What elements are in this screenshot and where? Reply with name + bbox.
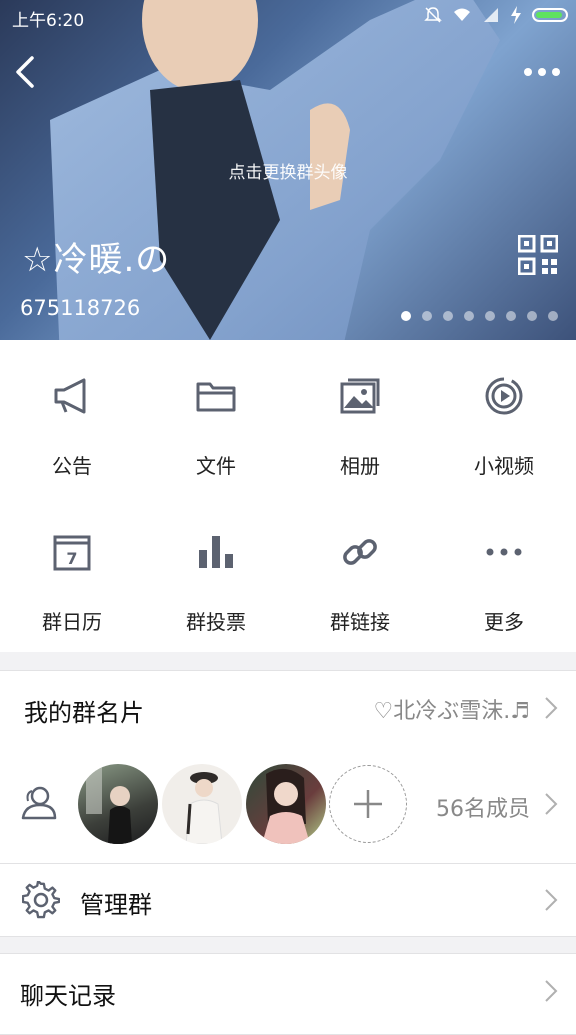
function-calendar[interactable]: 7 群日历 [0, 496, 144, 652]
chat-history-row[interactable]: 聊天记录 [0, 953, 576, 1035]
signal-icon [484, 8, 498, 22]
back-arrow-icon[interactable] [12, 52, 42, 92]
my-group-card-label: 我的群名片 [24, 699, 144, 727]
function-album[interactable]: 相册 [288, 340, 432, 496]
function-vote[interactable]: 群投票 [144, 496, 288, 652]
member-avatar[interactable] [78, 764, 158, 844]
vote-icon [199, 536, 233, 568]
function-short-video[interactable]: 小视频 [432, 340, 576, 496]
group-id: 675118726 [20, 296, 141, 320]
chevron-right-icon [545, 889, 558, 911]
change-avatar-hint[interactable]: 点击更换群头像 [0, 158, 576, 183]
member-photo [185, 772, 223, 844]
chevron-right-icon [545, 793, 558, 815]
chat-history-label: 聊天记录 [20, 982, 116, 1010]
add-member-button[interactable] [329, 765, 407, 843]
function-label: 文件 [196, 454, 236, 478]
manage-group-row[interactable]: 管理群 [0, 864, 576, 937]
function-label: 更多 [484, 610, 524, 634]
video-icon [485, 377, 523, 415]
gear-icon [22, 881, 60, 919]
page-dot [443, 311, 453, 321]
page-dot [464, 311, 474, 321]
more-options-icon[interactable] [522, 60, 562, 84]
function-label: 公告 [52, 454, 92, 478]
function-label: 相册 [340, 454, 380, 478]
more-icon [486, 548, 522, 556]
status-icons [424, 6, 568, 24]
member-photo [262, 768, 310, 844]
charging-icon [511, 6, 521, 24]
page-dot [527, 311, 537, 321]
chevron-right-icon [545, 980, 558, 1002]
plus-icon [353, 789, 382, 818]
megaphone-icon [54, 378, 86, 414]
page-dot [401, 311, 411, 321]
function-link[interactable]: 群链接 [288, 496, 432, 652]
function-announcement[interactable]: 公告 [0, 340, 144, 496]
page-dot [548, 311, 558, 321]
status-bar: 上午6:20 [0, 0, 576, 32]
member-avatar[interactable] [246, 764, 326, 844]
mute-icon [424, 7, 442, 23]
manage-group-label: 管理群 [80, 891, 152, 919]
page-indicator [401, 311, 558, 321]
my-group-card-value: ♡北冷ぶ雪沫.♬ [373, 699, 530, 724]
page-dot [422, 311, 432, 321]
members-row[interactable]: 56名成员 [0, 745, 576, 864]
svg-text:7: 7 [66, 549, 77, 568]
function-label: 群日历 [42, 610, 102, 634]
group-name: ☆冷暖.の [22, 240, 171, 280]
function-label: 小视频 [474, 454, 534, 478]
member-photo [86, 764, 132, 844]
member-avatar[interactable] [162, 764, 242, 844]
chevron-right-icon [545, 697, 558, 719]
member-count: 56名成员 [436, 797, 530, 822]
folder-icon [196, 382, 236, 412]
wifi-icon [454, 8, 470, 21]
function-more[interactable]: 更多 [432, 496, 576, 652]
page-dot [485, 311, 495, 321]
status-time: 上午6:20 [12, 11, 85, 31]
page-dot [506, 311, 516, 321]
members-icon [21, 786, 57, 820]
group-header[interactable]: 上午6:20 点击更换群头像 ☆冷暖.の 675118726 [0, 0, 576, 340]
function-label: 群链接 [330, 610, 390, 634]
album-icon [340, 378, 380, 414]
function-label: 群投票 [186, 610, 246, 634]
function-files[interactable]: 文件 [144, 340, 288, 496]
my-group-card-row[interactable]: 我的群名片 ♡北冷ぶ雪沫.♬ [0, 670, 576, 746]
link-icon [343, 539, 377, 565]
battery-icon [532, 8, 568, 22]
function-grid: 公告 文件 相册 小视频 7 群日历 群投票 群链接 更多 [0, 340, 576, 652]
qr-code-icon[interactable] [518, 235, 558, 275]
calendar-icon: 7 [53, 535, 91, 571]
